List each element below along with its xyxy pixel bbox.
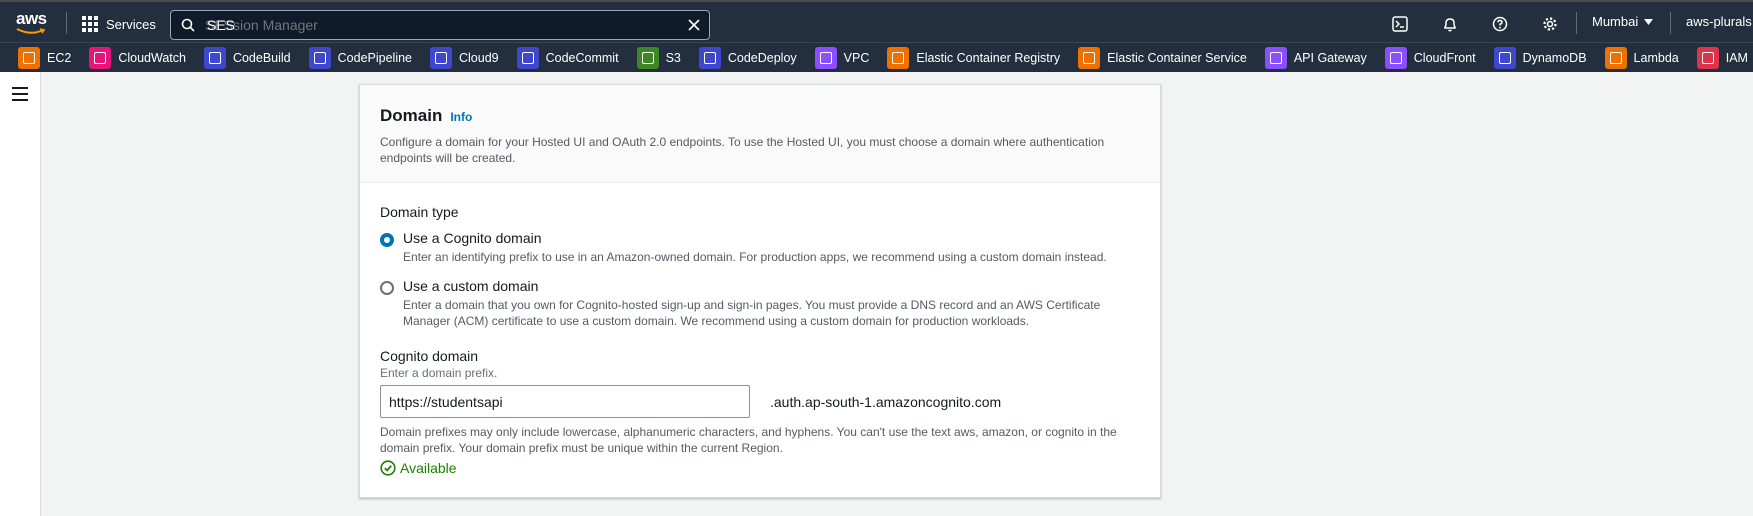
aws-logo[interactable]: aws bbox=[16, 10, 50, 36]
search-input[interactable] bbox=[205, 11, 679, 39]
aws-smile-icon bbox=[16, 28, 46, 34]
clear-search-icon[interactable] bbox=[679, 11, 709, 39]
account-label: aws-plurals bbox=[1686, 14, 1752, 29]
services-label: Services bbox=[106, 16, 156, 32]
dynamodb-service-icon bbox=[1493, 46, 1516, 69]
radio-description: Enter a domain that you own for Cognito-… bbox=[403, 298, 1101, 328]
favorite-label: CodeDeploy bbox=[727, 50, 797, 65]
menu-hamburger-icon[interactable] bbox=[12, 87, 28, 101]
favorite-cloud9[interactable]: Cloud9 bbox=[412, 46, 499, 69]
favorite-label: Elastic Container Registry bbox=[916, 50, 1061, 65]
favorite-dynamodb[interactable]: DynamoDB bbox=[1476, 46, 1587, 69]
codedeploy-service-icon bbox=[698, 46, 721, 69]
help-icon[interactable] bbox=[1488, 12, 1512, 36]
favorite-codecommit[interactable]: CodeCommit bbox=[499, 46, 619, 69]
nav-divider bbox=[1670, 12, 1671, 34]
favorite-label: CodeCommit bbox=[545, 50, 619, 65]
radio-option-cognito-domain[interactable]: Use a Cognito domain Enter an identifyin… bbox=[380, 230, 1140, 265]
lambda-service-icon bbox=[1604, 46, 1627, 69]
account-menu[interactable]: aws-plurals bbox=[1686, 14, 1752, 29]
caret-down-icon bbox=[1644, 18, 1654, 25]
favorite-label: Elastic Container Service bbox=[1107, 50, 1247, 65]
favorite-label: EC2 bbox=[47, 50, 72, 65]
services-menu-button[interactable]: Services bbox=[82, 12, 156, 36]
favorite-vpc[interactable]: VPC bbox=[797, 46, 870, 69]
favorite-label: Cloud9 bbox=[459, 50, 499, 65]
elastic-container-registry-service-icon bbox=[887, 46, 910, 69]
favorite-label: VPC bbox=[843, 50, 870, 65]
radio-label: Use a custom domain bbox=[403, 278, 539, 294]
favorite-label: IAM bbox=[1725, 50, 1748, 65]
favorite-api-gateway[interactable]: API Gateway bbox=[1247, 46, 1367, 69]
cloudwatch-service-icon bbox=[89, 46, 112, 69]
check-circle-icon bbox=[380, 460, 396, 476]
domain-panel-header: Domain Info Configure a domain for your … bbox=[360, 85, 1160, 183]
favorite-label: CloudWatch bbox=[118, 50, 186, 65]
search-box[interactable]: SES bbox=[170, 10, 710, 40]
favorite-label: Lambda bbox=[1633, 50, 1679, 65]
side-navigation-rail bbox=[0, 72, 41, 516]
favorite-label: CodePipeline bbox=[337, 50, 412, 65]
info-link[interactable]: Info bbox=[450, 110, 472, 124]
favorite-label: DynamoDB bbox=[1522, 50, 1587, 65]
favorite-codepipeline[interactable]: CodePipeline bbox=[291, 46, 412, 69]
cognito-domain-label: Cognito domain bbox=[380, 348, 479, 364]
domain-suffix: .auth.ap-south-1.amazoncognito.com bbox=[770, 393, 1002, 410]
favorite-ec2[interactable]: EC2 bbox=[0, 46, 72, 69]
favorite-label: CloudFront bbox=[1413, 50, 1476, 65]
domain-constraint-text: Domain prefixes may only include lowerca… bbox=[380, 425, 1117, 455]
radio-description: Enter an identifying prefix to use in an… bbox=[403, 250, 1107, 264]
cloud9-service-icon bbox=[430, 46, 452, 69]
cognito-domain-hint: Enter a domain prefix. bbox=[380, 366, 498, 380]
custom-domain-radio[interactable] bbox=[380, 281, 394, 295]
api-gateway-service-icon bbox=[1264, 46, 1287, 69]
favorite-elastic-container-registry[interactable]: Elastic Container Registry bbox=[869, 46, 1061, 69]
domain-description: Configure a domain for your Hosted UI an… bbox=[380, 135, 1105, 165]
domain-panel-body: Domain type Use a Cognito domain Enter a… bbox=[360, 183, 1160, 476]
domain-prefix-input[interactable] bbox=[380, 385, 750, 418]
availability-status-text: Available bbox=[400, 460, 457, 476]
services-grid-icon bbox=[82, 16, 98, 32]
favorites-bar: EC2 CloudWatch CodeBuild CodePipeline Cloud9… bbox=[0, 42, 1753, 72]
favorite-label: API Gateway bbox=[1293, 50, 1367, 65]
favorite-codebuild[interactable]: CodeBuild bbox=[186, 46, 291, 69]
nav-divider bbox=[66, 12, 67, 34]
favorite-iam[interactable]: IAM bbox=[1679, 46, 1748, 69]
favorite-service[interactable] bbox=[1748, 47, 1753, 69]
domain-type-label: Domain type bbox=[380, 204, 459, 220]
notifications-bell-icon[interactable] bbox=[1438, 12, 1462, 36]
favorite-elastic-container-service[interactable]: Elastic Container Service bbox=[1060, 46, 1247, 69]
aws-logo-text: aws bbox=[16, 9, 47, 28]
vpc-service-icon bbox=[814, 46, 837, 69]
elastic-container-service-service-icon bbox=[1078, 46, 1101, 69]
cognito-domain-radio[interactable] bbox=[380, 233, 394, 247]
favorite-codedeploy[interactable]: CodeDeploy bbox=[681, 46, 797, 69]
settings-gear-icon[interactable] bbox=[1538, 12, 1562, 36]
availability-status: Available bbox=[380, 460, 1140, 476]
radio-option-custom-domain[interactable]: Use a custom domain Enter a domain that … bbox=[380, 278, 1140, 329]
favorite-cloudwatch[interactable]: CloudWatch bbox=[71, 46, 186, 69]
top-navigation: aws Services SES Mumbai bbox=[0, 0, 1753, 42]
cloudshell-icon[interactable] bbox=[1388, 12, 1412, 36]
favorite-label: CodeBuild bbox=[232, 50, 291, 65]
codecommit-service-icon bbox=[516, 46, 539, 69]
s3-service-icon bbox=[636, 46, 659, 69]
domain-title: Domain bbox=[380, 106, 443, 125]
favorite-cloudfront[interactable]: CloudFront bbox=[1367, 46, 1476, 69]
nav-divider bbox=[1576, 12, 1577, 34]
search-icon bbox=[171, 11, 205, 39]
codebuild-service-icon bbox=[203, 46, 226, 69]
region-label: Mumbai bbox=[1592, 14, 1639, 29]
favorite-s3[interactable]: S3 bbox=[619, 46, 681, 69]
favorite-lambda[interactable]: Lambda bbox=[1587, 46, 1679, 69]
region-selector[interactable]: Mumbai bbox=[1592, 14, 1654, 29]
favorite-label: S3 bbox=[665, 50, 681, 65]
cloudfront-service-icon bbox=[1384, 46, 1407, 69]
ec2-service-icon bbox=[18, 46, 40, 69]
radio-label: Use a Cognito domain bbox=[403, 230, 542, 246]
codepipeline-service-icon bbox=[308, 46, 331, 69]
iam-service-icon bbox=[1696, 46, 1719, 69]
domain-panel: Domain Info Configure a domain for your … bbox=[359, 84, 1161, 498]
